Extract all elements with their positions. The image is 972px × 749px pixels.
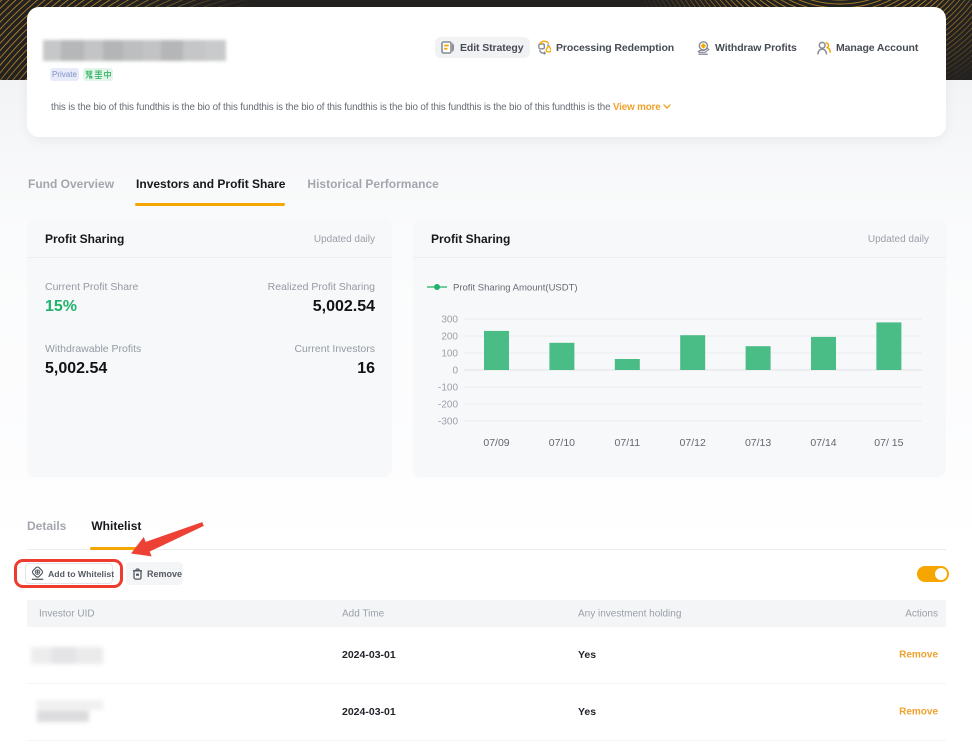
- svg-text:200: 200: [441, 332, 458, 343]
- svg-text:07/11: 07/11: [615, 437, 641, 449]
- svg-text:07/ 15: 07/ 15: [874, 437, 903, 449]
- svg-text:300: 300: [441, 315, 458, 326]
- svg-text:-200: -200: [438, 400, 458, 411]
- svg-text:07/10: 07/10: [549, 437, 575, 449]
- svg-text:-100: -100: [438, 383, 458, 394]
- svg-text:07/12: 07/12: [680, 437, 706, 449]
- svg-text:07/09: 07/09: [483, 437, 509, 449]
- svg-text:Profit Sharing Amount(USDT): Profit Sharing Amount(USDT): [453, 283, 578, 294]
- svg-text:-300: -300: [438, 417, 458, 428]
- svg-text:100: 100: [441, 349, 458, 360]
- svg-text:0: 0: [452, 366, 458, 377]
- svg-text:07/13: 07/13: [745, 437, 771, 449]
- svg-text:07/14: 07/14: [810, 437, 836, 449]
